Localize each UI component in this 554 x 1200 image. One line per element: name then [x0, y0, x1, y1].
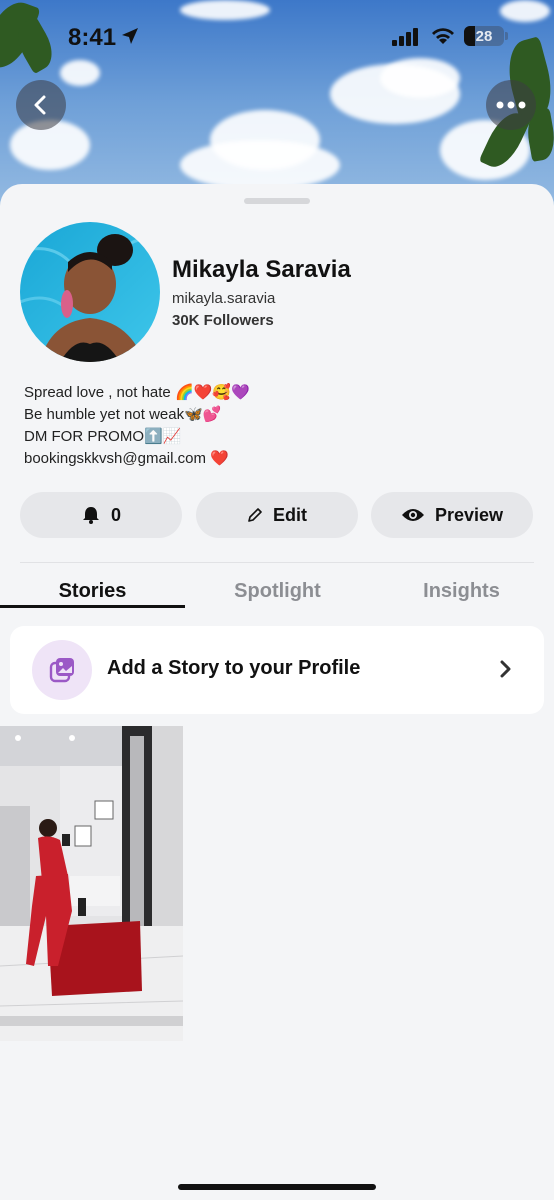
preview-button[interactable]: Preview — [371, 492, 533, 538]
tab-stories[interactable]: Stories — [0, 580, 185, 603]
bio-line: DM FOR PROMO⬆️📈 — [24, 428, 182, 445]
add-story-card[interactable]: Add a Story to your Profile — [10, 626, 544, 714]
bio-line: Be humble yet not weak🦋💕 — [24, 406, 222, 423]
pencil-icon — [248, 508, 262, 522]
battery-level-text: 28 — [475, 27, 493, 45]
status-time: 8:41 — [68, 24, 117, 51]
profile-bio: Spread love , not hate 🌈❤️🥰💜 Be humble y… — [24, 382, 250, 470]
battery-indicator: 28 — [464, 26, 504, 46]
profile-username: mikayla.saravia — [172, 290, 276, 307]
battery-tip — [505, 32, 508, 40]
profile-followers[interactable]: 30K Followers — [172, 312, 274, 329]
eye-icon — [401, 509, 424, 521]
bell-icon — [82, 507, 99, 524]
notifications-button[interactable]: 0 — [20, 492, 182, 538]
bio-line: bookingskkvsh@gmail.com ❤️ — [24, 450, 229, 467]
cellular-signal-icon — [392, 28, 418, 46]
more-dots-icon — [496, 101, 526, 109]
add-story-icon-circle — [32, 640, 92, 700]
profile-display-name: Mikayla Saravia — [172, 256, 351, 283]
story-thumbnail[interactable] — [0, 726, 183, 1041]
notifications-count: 0 — [110, 504, 121, 525]
edit-button[interactable]: Edit — [196, 492, 358, 538]
add-story-icon — [49, 658, 74, 683]
chevron-left-icon — [34, 95, 46, 115]
profile-sheet: Mikayla Saravia mikayla.saravia 30K Foll… — [0, 184, 554, 1200]
profile-avatar[interactable] — [20, 222, 160, 362]
section-divider — [20, 562, 534, 563]
back-button[interactable] — [16, 80, 66, 130]
home-indicator — [178, 1184, 376, 1190]
active-tab-indicator — [0, 605, 185, 608]
preview-label: Preview — [434, 504, 504, 525]
status-bar: 8:41 28 — [0, 0, 554, 76]
more-options-button[interactable] — [486, 80, 536, 130]
avatar-photo — [20, 222, 160, 362]
tab-insights[interactable]: Insights — [369, 580, 554, 603]
wifi-icon — [432, 28, 454, 44]
sheet-grabber[interactable] — [244, 198, 310, 204]
story-photo — [0, 726, 183, 1041]
tab-spotlight[interactable]: Spotlight — [185, 580, 370, 603]
location-arrow-icon — [122, 28, 138, 44]
add-story-label: Add a Story to your Profile — [107, 657, 361, 679]
chevron-right-icon — [500, 660, 511, 678]
edit-label: Edit — [273, 504, 307, 525]
bio-line: Spread love , not hate 🌈❤️🥰💜 — [24, 384, 250, 401]
